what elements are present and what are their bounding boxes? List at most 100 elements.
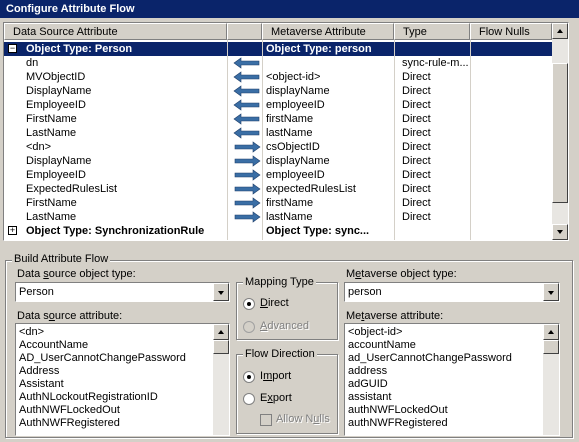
list-item[interactable]: authNWFLockedOut xyxy=(348,404,448,417)
header-metaverse-attribute[interactable]: Metaverse Attribute xyxy=(262,23,394,40)
expand-icon[interactable]: + xyxy=(8,226,17,235)
type-cell: Direct xyxy=(402,197,431,209)
metaverse-attribute-cell xyxy=(266,56,394,70)
triangle-up-icon xyxy=(218,330,224,334)
type-cell: sync-rule-m... xyxy=(402,57,469,69)
list-item[interactable]: Address xyxy=(19,365,59,378)
list-item[interactable]: adGUID xyxy=(348,378,388,391)
import-arrow-icon xyxy=(232,84,262,98)
list-item[interactable]: AuthNWFLockedOut xyxy=(19,404,120,417)
list-item[interactable]: Assistant xyxy=(19,378,64,391)
type-cell: Direct xyxy=(402,127,431,139)
scroll-thumb[interactable] xyxy=(552,63,568,203)
dropdown-button[interactable] xyxy=(213,283,229,301)
metaverse-attribute-cell: <object-id> xyxy=(266,71,321,83)
scroll-up-button[interactable] xyxy=(552,23,568,39)
data-source-attribute-cell: Object Type: SynchronizationRule xyxy=(26,225,205,237)
scroll-thumb[interactable] xyxy=(543,340,559,354)
type-cell: Direct xyxy=(402,85,431,97)
export-arrow-icon xyxy=(232,168,262,182)
allow-nulls-label: Allow Nulls xyxy=(276,413,330,425)
list-item[interactable]: <object-id> xyxy=(348,326,402,339)
direct-label: Direct xyxy=(260,297,289,309)
scroll-down-button[interactable] xyxy=(552,224,568,240)
triangle-down-icon xyxy=(557,230,563,234)
data-source-attribute-cell: dn xyxy=(26,57,39,69)
metaverse-attribute-cell: displayName xyxy=(266,85,330,97)
type-cell: Direct xyxy=(402,99,431,111)
header-type[interactable]: Type xyxy=(394,23,470,40)
list-item[interactable]: AuthNWFRegistered xyxy=(19,417,120,430)
import-label: Import xyxy=(260,370,292,382)
list-item[interactable]: AccountName xyxy=(19,339,88,352)
list-item[interactable]: AD_UserCannotChangePassword xyxy=(19,352,186,365)
list-item[interactable]: authNWFRegistered xyxy=(348,417,448,430)
window-title: Configure Attribute Flow xyxy=(0,0,579,18)
header-data-source-attribute[interactable]: Data Source Attribute xyxy=(4,23,227,40)
allow-nulls-checkbox[interactable] xyxy=(260,414,272,426)
list-item[interactable]: address xyxy=(348,365,387,378)
export-radio[interactable] xyxy=(243,393,255,405)
metaverse-attribute-cell: firstName xyxy=(266,197,314,209)
list-item[interactable]: ad_UserCannotChangePassword xyxy=(348,352,512,365)
data-source-attribute-cell: ExpectedRulesList xyxy=(26,183,118,195)
chevron-down-icon xyxy=(548,291,554,295)
metaverse-attribute-cell: expectedRulesList xyxy=(266,183,356,195)
import-arrow-icon xyxy=(232,70,262,84)
export-arrow-icon xyxy=(232,154,262,168)
metaverse-attribute-list[interactable]: <object-id> accountName ad_UserCannotChang… xyxy=(344,323,560,436)
export-label: Export xyxy=(260,392,292,404)
triangle-up-icon xyxy=(548,330,554,334)
data-source-attribute-cell: FirstName xyxy=(26,197,77,209)
list-item[interactable]: assistant xyxy=(348,391,391,404)
type-cell: Direct xyxy=(402,155,431,167)
data-source-attribute-list[interactable]: <dn> AccountName AD_UserCannotChangePasswo… xyxy=(15,323,230,436)
data-source-attribute-cell: DisplayName xyxy=(26,85,92,97)
scroll-up-button[interactable] xyxy=(213,324,229,340)
header-flow-nulls[interactable]: Flow Nulls xyxy=(470,23,552,40)
metaverse-attribute-label: Metaverse attribute: xyxy=(346,310,444,322)
metaverse-attribute-cell: csObjectID xyxy=(266,141,320,153)
mv-list-scrollbar[interactable] xyxy=(543,324,559,435)
flow-direction-title: Flow Direction xyxy=(243,348,317,361)
data-source-object-type-select[interactable]: Person xyxy=(15,282,230,302)
header-direction[interactable] xyxy=(227,23,262,40)
metaverse-attribute-cell: employeeID xyxy=(266,99,325,111)
direct-radio[interactable] xyxy=(243,298,255,310)
import-radio[interactable] xyxy=(243,371,255,383)
data-source-attribute-cell: LastName xyxy=(26,127,77,139)
data-source-attribute-label: Data source attribute: xyxy=(17,310,123,322)
list-item[interactable]: AuthNLockoutRegistrationID xyxy=(19,391,158,404)
advanced-label: Advanced xyxy=(260,320,309,332)
ds-list-scrollbar[interactable] xyxy=(213,324,229,435)
attribute-flow-grid[interactable]: Data Source Attribute Metaverse Attribut… xyxy=(3,22,569,241)
type-cell xyxy=(402,224,472,238)
metaverse-attribute-cell: Object Type: sync... xyxy=(266,225,370,237)
data-source-attribute-cell: <dn> xyxy=(26,141,52,153)
mapping-type-title: Mapping Type xyxy=(243,276,316,289)
import-arrow-icon xyxy=(232,112,262,126)
export-arrow-icon xyxy=(232,182,262,196)
type-cell: Direct xyxy=(402,183,431,195)
type-cell: Direct xyxy=(402,169,431,181)
data-source-attribute-cell: Object Type: Person xyxy=(26,43,133,55)
list-item[interactable]: <dn> xyxy=(19,326,44,339)
chevron-down-icon xyxy=(218,291,224,295)
collapse-icon[interactable]: − xyxy=(8,44,17,53)
data-source-attribute-cell: LastName xyxy=(26,211,77,223)
data-source-attribute-cell: EmployeeID xyxy=(26,169,86,181)
dropdown-button[interactable] xyxy=(543,283,559,301)
metaverse-attribute-cell: Object Type: person xyxy=(266,43,372,55)
data-source-attribute-cell: FirstName xyxy=(26,113,77,125)
metaverse-attribute-cell: displayName xyxy=(266,155,330,167)
data-source-attribute-cell: MVObjectID xyxy=(26,71,86,83)
scroll-up-button[interactable] xyxy=(543,324,559,340)
list-item[interactable]: accountName xyxy=(348,339,416,352)
scroll-thumb[interactable] xyxy=(213,340,229,354)
grid-vertical-scrollbar[interactable] xyxy=(552,23,568,240)
import-arrow-icon xyxy=(232,56,262,70)
import-arrow-icon xyxy=(232,98,262,112)
metaverse-attribute-cell: employeeID xyxy=(266,169,325,181)
advanced-radio[interactable] xyxy=(243,321,255,333)
metaverse-object-type-select[interactable]: person xyxy=(344,282,560,302)
